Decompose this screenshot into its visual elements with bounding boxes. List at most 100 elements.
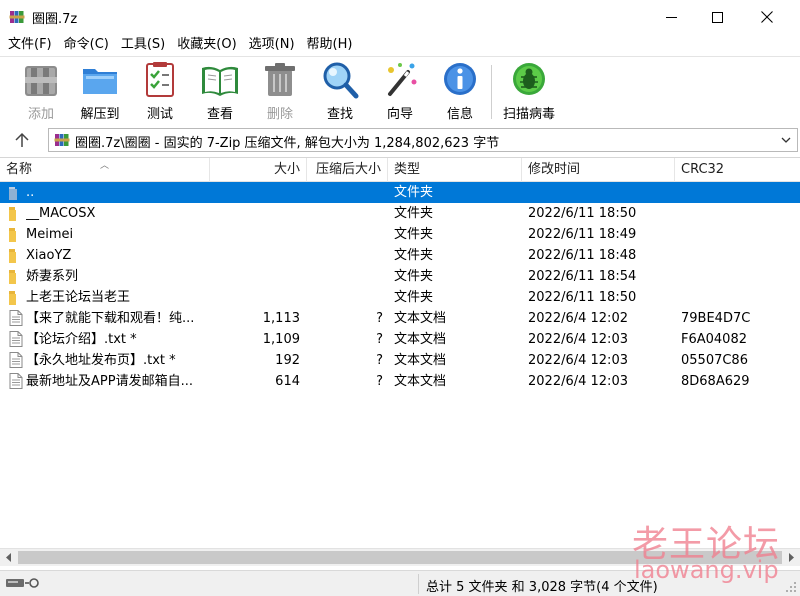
cell-size bbox=[210, 203, 300, 224]
cell-name: 最新地址及APP请发邮箱自... bbox=[26, 374, 193, 389]
cell-name: XiaoYZ bbox=[26, 248, 72, 263]
table-row[interactable]: XiaoYZ 文件夹 2022/6/11 18:48 bbox=[0, 245, 800, 266]
menu-help[interactable]: 帮助(H) bbox=[301, 34, 359, 56]
close-icon bbox=[761, 11, 773, 23]
address-row: 圈圈.7z\圈圈 - 固实的 7-Zip 压缩文件, 解包大小为 1,284,8… bbox=[0, 124, 800, 156]
column-type[interactable]: 类型 bbox=[388, 158, 522, 182]
chevron-down-icon[interactable] bbox=[781, 137, 791, 144]
minimize-button[interactable] bbox=[648, 0, 694, 34]
menu-options[interactable]: 选项(N) bbox=[243, 34, 301, 56]
add-button[interactable]: 添加 bbox=[21, 60, 61, 122]
view-button[interactable]: 查看 bbox=[199, 60, 241, 122]
column-packed[interactable]: 压缩后大小 bbox=[307, 158, 388, 182]
scroll-right-button[interactable] bbox=[782, 549, 800, 566]
cell-crc: 8D68A629 bbox=[681, 374, 750, 389]
scan-virus-button[interactable]: 扫描病毒 bbox=[501, 60, 557, 122]
folder-icon bbox=[9, 270, 16, 284]
wizard-button[interactable]: 向导 bbox=[380, 60, 420, 122]
cell-packed: ? bbox=[376, 374, 383, 389]
text-file-icon bbox=[9, 310, 23, 326]
test-checklist-icon bbox=[146, 62, 174, 97]
maximize-button[interactable] bbox=[694, 0, 740, 34]
cell-packed bbox=[307, 266, 383, 287]
cell-crc: 79BE4D7C bbox=[681, 311, 751, 326]
extract-button[interactable]: 解压到 bbox=[78, 60, 122, 122]
cell-type: 文本文档 bbox=[394, 353, 447, 368]
resize-grip-icon[interactable] bbox=[785, 581, 797, 593]
address-field[interactable]: 圈圈.7z\圈圈 - 固实的 7-Zip 压缩文件, 解包大小为 1,284,8… bbox=[48, 128, 798, 152]
sort-up-icon: ︿ bbox=[100, 161, 110, 171]
column-size[interactable]: 大小 bbox=[210, 158, 307, 182]
folder-icon bbox=[9, 228, 16, 242]
close-button[interactable] bbox=[744, 0, 790, 34]
cell-modified: 2022/6/4 12:03 bbox=[528, 353, 628, 368]
cell-name: 娇妻系列 bbox=[26, 269, 79, 284]
cell-type: 文件夹 bbox=[394, 290, 434, 305]
cell-type: 文本文档 bbox=[394, 311, 447, 326]
magic-wand-icon bbox=[388, 63, 417, 96]
table-row[interactable]: Meimei 文件夹 2022/6/11 18:49 bbox=[0, 224, 800, 245]
winrar-books-icon bbox=[54, 134, 70, 146]
text-file-icon bbox=[9, 373, 23, 389]
cell-crc bbox=[681, 182, 796, 203]
status-separator bbox=[418, 574, 419, 594]
scroll-thumb[interactable] bbox=[18, 551, 782, 564]
column-crc[interactable]: CRC32 bbox=[675, 158, 800, 182]
cell-modified: 2022/6/11 18:48 bbox=[528, 248, 637, 263]
menu-tools[interactable]: 工具(S) bbox=[115, 34, 171, 56]
add-archive-icon bbox=[25, 66, 57, 96]
cell-crc bbox=[681, 245, 796, 266]
column-modified[interactable]: 修改时间 bbox=[522, 158, 675, 182]
table-row[interactable]: 最新地址及APP请发邮箱自... 614? 文本文档 2022/6/4 12:03 8D… bbox=[0, 371, 800, 392]
cell-size bbox=[210, 287, 300, 308]
trash-icon bbox=[265, 63, 295, 96]
cell-name: .. bbox=[26, 185, 35, 200]
cell-size bbox=[210, 224, 300, 245]
table-row[interactable]: 【永久地址发布页】.txt * 192? 文本文档 2022/6/4 12:03 055… bbox=[0, 350, 800, 371]
table-row[interactable]: 【论坛介绍】.txt * 1,109? 文本文档 2022/6/4 12:03 F6A0… bbox=[0, 329, 800, 350]
find-button[interactable]: 查找 bbox=[320, 60, 360, 122]
maximize-icon bbox=[711, 11, 723, 23]
cell-size bbox=[210, 266, 300, 287]
window-title: 圈圈.7z bbox=[32, 12, 78, 27]
cell-size: 614 bbox=[275, 374, 300, 389]
folder-icon bbox=[9, 249, 16, 263]
table-row[interactable]: __MACOSX 文件夹 2022/6/11 18:50 bbox=[0, 203, 800, 224]
up-folder-button[interactable] bbox=[8, 131, 36, 149]
cell-crc bbox=[681, 224, 796, 245]
folder-up-icon bbox=[9, 187, 17, 200]
text-file-icon bbox=[9, 331, 23, 347]
cell-crc: F6A04082 bbox=[681, 332, 747, 347]
menu-commands[interactable]: 命令(C) bbox=[58, 34, 115, 56]
cell-name: __MACOSX bbox=[26, 206, 96, 221]
menu-bar: 文件(F) 命令(C) 工具(S) 收藏夹(O) 选项(N) 帮助(H) bbox=[0, 34, 800, 56]
menu-favorites[interactable]: 收藏夹(O) bbox=[171, 34, 242, 56]
cell-size: 1,113 bbox=[262, 311, 300, 326]
cell-packed: ? bbox=[376, 353, 383, 368]
delete-button[interactable]: 删除 bbox=[260, 60, 300, 122]
cell-modified: 2022/6/11 18:54 bbox=[528, 269, 637, 284]
test-button[interactable]: 测试 bbox=[140, 60, 180, 122]
table-row[interactable]: .. 文件夹 bbox=[0, 182, 800, 203]
cell-modified: 2022/6/4 12:02 bbox=[528, 311, 628, 326]
chevron-left-icon bbox=[6, 553, 11, 562]
arrow-up-icon bbox=[15, 132, 29, 147]
info-button[interactable]: 信息 bbox=[440, 60, 480, 122]
drive-key-icon bbox=[6, 578, 39, 588]
winrar-books-icon bbox=[9, 11, 25, 23]
cell-size bbox=[210, 245, 300, 266]
horizontal-scrollbar[interactable] bbox=[0, 548, 800, 566]
menu-file[interactable]: 文件(F) bbox=[2, 34, 58, 56]
table-row[interactable]: 娇妻系列 文件夹 2022/6/11 18:54 bbox=[0, 266, 800, 287]
cell-modified: 2022/6/11 18:50 bbox=[528, 206, 637, 221]
table-row[interactable]: 【来了就能下载和观看！纯... 1,113? 文本文档 2022/6/4 12:02 7… bbox=[0, 308, 800, 329]
cell-crc: 05507C86 bbox=[681, 353, 748, 368]
cell-name: 【永久地址发布页】.txt * bbox=[26, 353, 176, 368]
cell-packed bbox=[307, 224, 383, 245]
table-row[interactable]: 上老王论坛当老王 文件夹 2022/6/11 18:50 bbox=[0, 287, 800, 308]
view-book-icon bbox=[202, 66, 238, 96]
scroll-left-button[interactable] bbox=[0, 549, 18, 566]
cell-name: 【来了就能下载和观看！纯... bbox=[26, 311, 195, 326]
cell-size: 192 bbox=[275, 353, 300, 368]
list-header: 名称 ︿ 大小 压缩后大小 类型 修改时间 CRC32 bbox=[0, 158, 800, 182]
